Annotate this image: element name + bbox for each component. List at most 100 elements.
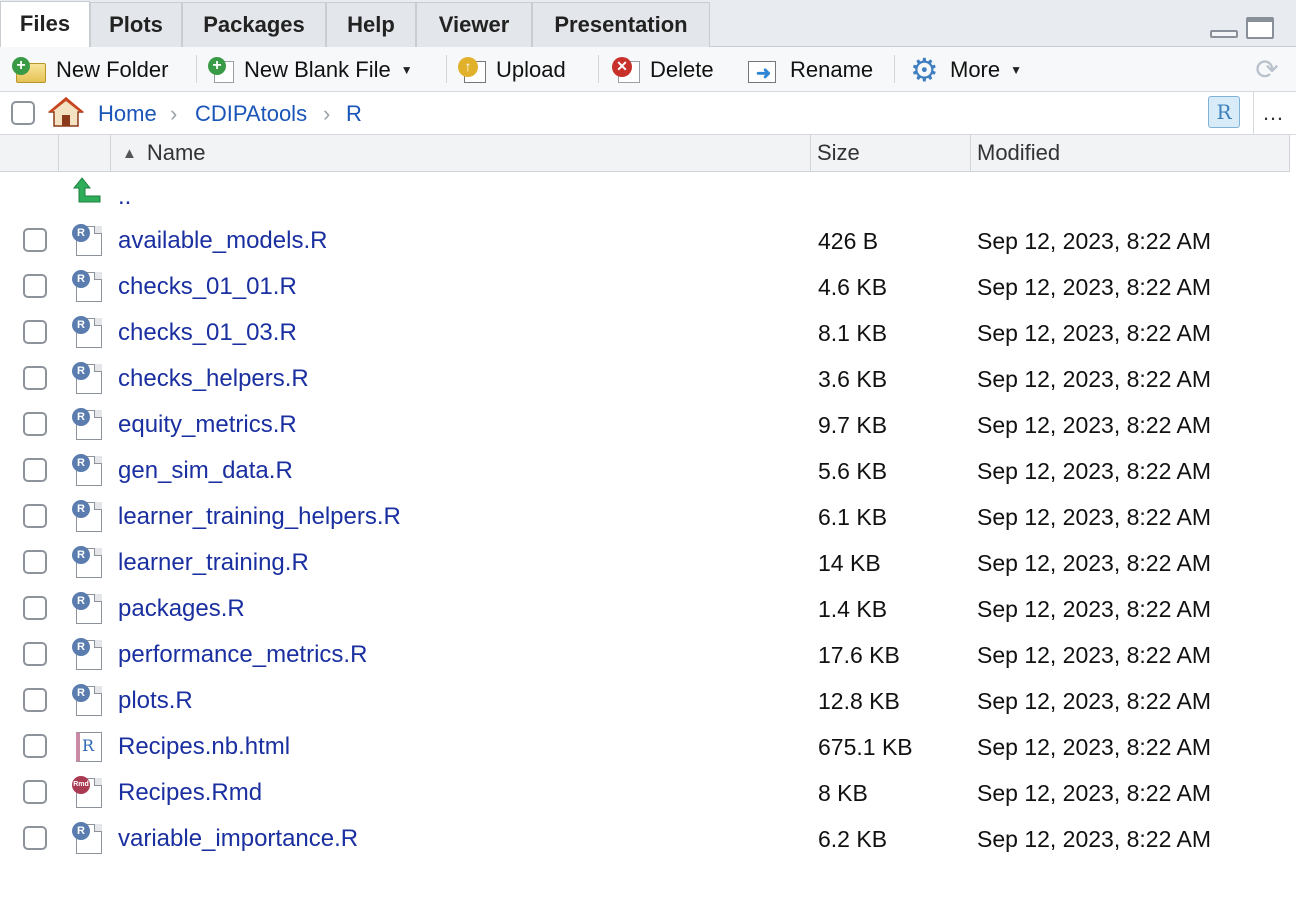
file-name-link[interactable]: Recipes.Rmd <box>118 770 262 816</box>
maximize-pane-icon[interactable] <box>1246 17 1274 39</box>
table-row: Rpackages.R 1.4 KB Sep 12, 2023, 8:22 AM <box>0 586 1290 632</box>
breadcrumb-item-r[interactable]: R <box>346 92 362 135</box>
delete-button[interactable]: ✕ Delete <box>612 47 714 92</box>
new-blank-file-button[interactable]: + New Blank File ▼ <box>208 47 413 92</box>
tab-files[interactable]: Files <box>0 1 90 48</box>
minimize-pane-icon[interactable] <box>1210 30 1238 38</box>
breadcrumb-home[interactable]: Home <box>98 92 157 135</box>
file-name-link[interactable]: plots.R <box>118 678 193 724</box>
file-name-link[interactable]: variable_importance.R <box>118 816 358 862</box>
new-folder-button[interactable]: + New Folder <box>12 47 168 92</box>
table-row: Rmd Recipes.Rmd 8 KB Sep 12, 2023, 8:22 AM <box>0 770 1290 816</box>
file-size: 8 KB <box>818 780 868 806</box>
row-checkbox[interactable] <box>23 504 47 528</box>
r-script-icon: R <box>72 684 102 718</box>
row-checkbox[interactable] <box>23 780 47 804</box>
refresh-icon[interactable]: ⟳ <box>1252 56 1282 86</box>
row-checkbox[interactable] <box>23 688 47 712</box>
table-row: Rchecks_01_01.R 4.6 KB Sep 12, 2023, 8:22 … <box>0 264 1290 310</box>
file-modified: Sep 12, 2023, 8:22 AM <box>977 826 1212 852</box>
row-checkbox[interactable] <box>23 734 47 758</box>
table-row: Rvariable_importance.R 6.2 KB Sep 12, 2023… <box>0 816 1290 862</box>
file-name-link[interactable]: checks_helpers.R <box>118 356 309 402</box>
column-size[interactable]: Size <box>817 135 860 171</box>
chevron-down-icon: ▼ <box>400 62 413 77</box>
r-script-icon: R <box>72 408 102 442</box>
select-all-checkbox[interactable] <box>11 101 35 125</box>
chevron-right-icon: › <box>170 101 178 126</box>
file-name-link[interactable]: gen_sim_data.R <box>118 448 293 494</box>
sort-ascending-icon: ▲ <box>122 145 137 162</box>
file-size: 6.1 KB <box>818 504 888 530</box>
file-name-link[interactable]: equity_metrics.R <box>118 402 297 448</box>
file-size: 4.6 KB <box>818 274 888 300</box>
more-button[interactable]: ⚙ More ▼ <box>910 47 1022 92</box>
files-toolbar: + New Folder + New Blank File ▼ ↑ Upload… <box>0 47 1296 92</box>
more-label: More <box>950 56 1001 82</box>
more-options-icon[interactable]: … <box>1262 100 1284 126</box>
upload-button[interactable]: ↑ Upload <box>458 47 566 92</box>
tab-help[interactable]: Help <box>326 2 416 47</box>
file-name-link[interactable]: checks_01_01.R <box>118 264 297 310</box>
file-size: 12.8 KB <box>818 688 900 714</box>
row-checkbox[interactable] <box>23 642 47 666</box>
upload-label: Upload <box>496 56 566 82</box>
file-size: 1.4 KB <box>818 596 888 622</box>
new-blank-file-label: New Blank File <box>244 56 391 82</box>
row-checkbox[interactable] <box>23 274 47 298</box>
r-script-icon: R <box>72 270 102 304</box>
r-script-icon: R <box>72 224 102 258</box>
row-checkbox[interactable] <box>23 596 47 620</box>
delete-icon: ✕ <box>612 56 640 83</box>
rename-button[interactable]: ➜ Rename <box>748 47 873 92</box>
tab-viewer[interactable]: Viewer <box>416 2 532 47</box>
file-modified: Sep 12, 2023, 8:22 AM <box>977 642 1212 668</box>
file-modified: Sep 12, 2023, 8:22 AM <box>977 412 1212 438</box>
home-icon[interactable] <box>48 96 84 128</box>
tab-plots[interactable]: Plots <box>90 2 182 47</box>
file-name-link[interactable]: packages.R <box>118 586 245 632</box>
row-checkbox[interactable] <box>23 412 47 436</box>
row-checkbox[interactable] <box>23 320 47 344</box>
r-script-icon: R <box>72 592 102 626</box>
r-script-icon: R <box>72 454 102 488</box>
table-row: Rplots.R 12.8 KB Sep 12, 2023, 8:22 AM <box>0 678 1290 724</box>
file-size: 675.1 KB <box>818 734 913 760</box>
breadcrumb-item-cdipatools[interactable]: CDIPAtools <box>195 92 307 135</box>
delete-label: Delete <box>650 56 714 82</box>
file-modified: Sep 12, 2023, 8:22 AM <box>977 504 1212 530</box>
file-modified: Sep 12, 2023, 8:22 AM <box>977 458 1212 484</box>
r-project-icon[interactable]: R <box>1208 96 1240 128</box>
row-checkbox[interactable] <box>23 458 47 482</box>
new-folder-label: New Folder <box>56 56 169 82</box>
row-checkbox[interactable] <box>23 550 47 574</box>
tab-presentation[interactable]: Presentation <box>532 2 710 47</box>
file-size: 426 B <box>818 228 879 254</box>
gear-icon: ⚙ <box>910 51 939 88</box>
file-size: 5.6 KB <box>818 458 888 484</box>
row-checkbox[interactable] <box>23 826 47 850</box>
parent-directory-link[interactable]: .. <box>118 174 131 220</box>
file-name-link[interactable]: learner_training_helpers.R <box>118 494 401 540</box>
row-checkbox[interactable] <box>23 366 47 390</box>
new-file-icon: + <box>208 56 234 83</box>
file-list-header: ▲ Name Size Modified <box>0 135 1290 172</box>
file-name-link[interactable]: available_models.R <box>118 218 327 264</box>
tab-packages[interactable]: Packages <box>182 2 326 47</box>
file-name-link[interactable]: learner_training.R <box>118 540 309 586</box>
file-modified: Sep 12, 2023, 8:22 AM <box>977 688 1212 714</box>
row-checkbox[interactable] <box>23 228 47 252</box>
table-row: Rchecks_helpers.R 3.6 KB Sep 12, 2023, 8:2… <box>0 356 1290 402</box>
r-script-icon: R <box>72 362 102 396</box>
file-name-link[interactable]: Recipes.nb.html <box>118 724 290 770</box>
file-name-link[interactable]: checks_01_03.R <box>118 310 297 356</box>
upload-icon: ↑ <box>458 56 486 83</box>
breadcrumb: Home › CDIPAtools › R <box>0 92 1296 135</box>
file-size: 14 KB <box>818 550 881 576</box>
file-name-link[interactable]: performance_metrics.R <box>118 632 367 678</box>
file-modified: Sep 12, 2023, 8:22 AM <box>977 366 1212 392</box>
column-name[interactable]: ▲ Name <box>122 135 206 171</box>
file-size: 17.6 KB <box>818 642 900 668</box>
r-notebook-icon: R <box>72 730 102 764</box>
column-modified[interactable]: Modified <box>977 135 1060 171</box>
